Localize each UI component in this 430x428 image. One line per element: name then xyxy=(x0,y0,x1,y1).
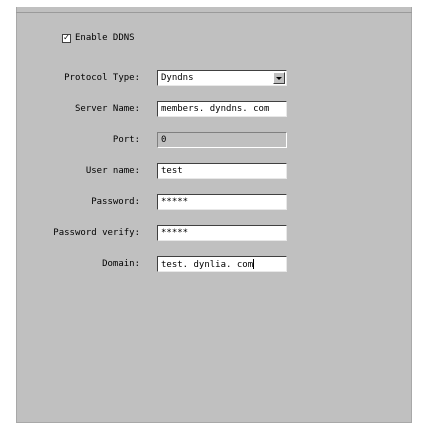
server-name-label: Server Name: xyxy=(74,104,140,114)
server-name-input[interactable]: members. dyndns. com xyxy=(157,101,287,117)
server-name-row: Server Name: members. dyndns. com xyxy=(0,101,430,117)
domain-label: Domain: xyxy=(102,259,140,269)
password-verify-input[interactable]: ***** xyxy=(157,225,287,241)
protocol-type-label: Protocol Type: xyxy=(64,73,140,83)
panel-top-highlight xyxy=(16,6,412,7)
protocol-type-value: Dyndns xyxy=(161,73,194,83)
password-verify-label: Password verify: xyxy=(53,228,140,238)
protocol-type-select[interactable]: Dyndns xyxy=(157,70,287,86)
user-name-label: User name: xyxy=(85,166,140,176)
domain-input[interactable]: test. dynlia. com xyxy=(157,256,287,272)
domain-value: test. dynlia. com xyxy=(161,260,254,270)
enable-ddns-row[interactable]: ✓ Enable DDNS xyxy=(62,31,135,45)
port-label: Port: xyxy=(112,135,140,145)
user-name-row: User name: test xyxy=(0,163,430,179)
ddns-settings-panel xyxy=(16,6,412,423)
port-row: Port: 0 xyxy=(0,132,430,148)
password-row: Password: ***** xyxy=(0,194,430,210)
port-input: 0 xyxy=(157,132,287,148)
panel-divider xyxy=(16,12,412,13)
check-icon: ✓ xyxy=(63,33,70,42)
enable-ddns-checkbox[interactable]: ✓ xyxy=(62,33,71,43)
user-name-input[interactable]: test xyxy=(157,163,287,179)
password-input[interactable]: ***** xyxy=(157,194,287,210)
password-label: Password: xyxy=(91,197,140,207)
chevron-down-icon[interactable] xyxy=(273,72,285,84)
domain-row: Domain: test. dynlia. com xyxy=(0,256,430,272)
password-verify-row: Password verify: ***** xyxy=(0,225,430,241)
protocol-type-row: Protocol Type: Dyndns xyxy=(0,70,430,86)
text-caret xyxy=(253,259,255,269)
enable-ddns-label: Enable DDNS xyxy=(75,33,135,43)
